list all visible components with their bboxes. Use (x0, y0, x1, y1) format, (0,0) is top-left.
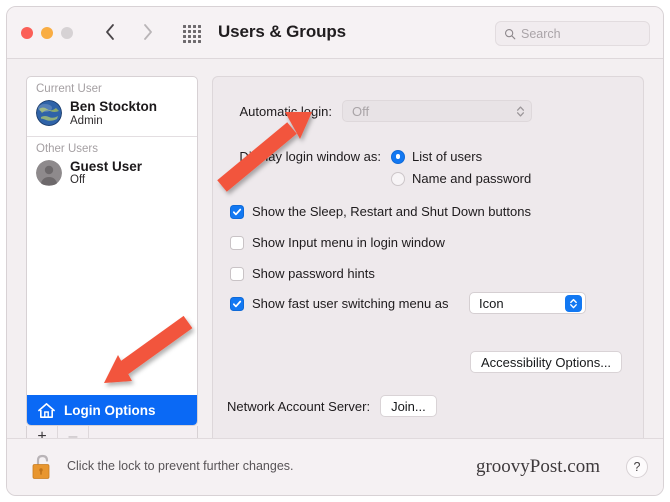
checkbox-show-password-hints[interactable]: Show password hints (230, 266, 375, 281)
traffic-lights (21, 27, 73, 39)
checkbox-show-sleep-restart-shutdown[interactable]: Show the Sleep, Restart and Shut Down bu… (230, 204, 531, 219)
navigation-arrows (102, 20, 156, 44)
join-button[interactable]: Join... (380, 395, 437, 417)
checkbox-label: Show the Sleep, Restart and Shut Down bu… (252, 204, 531, 219)
checkbox-input[interactable] (230, 235, 244, 250)
globe-avatar (36, 100, 62, 127)
checkbox-input[interactable] (230, 204, 244, 219)
checkbox-input[interactable] (230, 266, 244, 281)
radio-list-of-users[interactable]: List of users (391, 149, 482, 164)
chevron-up-down-icon (565, 294, 582, 312)
list-item-guest-user[interactable]: Guest User Off (27, 157, 197, 194)
radio-list-of-users-label: List of users (412, 149, 483, 164)
radio-name-and-password-input[interactable] (391, 171, 405, 186)
search-input[interactable] (521, 26, 641, 41)
chevron-right-icon (144, 24, 152, 40)
radio-name-and-password-label: Name and password (412, 171, 532, 186)
network-account-server-label: Network Account Server: (227, 398, 371, 414)
group-header-current-user: Current User (36, 83, 102, 95)
minimize-button[interactable] (41, 27, 53, 39)
checkmark-icon (232, 208, 242, 215)
preferences-window: Users & Groups Current User (6, 6, 664, 496)
checkbox-label: Show fast user switching menu as (252, 296, 449, 311)
checkmark-icon (232, 300, 242, 307)
automatic-login-label: Automatic login: (239, 103, 333, 119)
search-field[interactable] (495, 21, 650, 46)
checkbox-input[interactable] (230, 296, 244, 311)
chevron-up-down-icon (516, 105, 525, 117)
help-button[interactable]: ? (626, 456, 648, 478)
checkbox-show-input-menu[interactable]: Show Input menu in login window (230, 235, 445, 250)
house-icon (38, 402, 55, 418)
fast-user-switching-value: Icon (479, 295, 504, 311)
watermark: groovyPost.com (475, 456, 600, 477)
fast-user-switching-popup[interactable]: Icon (469, 292, 586, 314)
radio-list-of-users-input[interactable] (391, 149, 405, 164)
automatic-login-row: Automatic login: Off (227, 100, 532, 122)
title-bar: Users & Groups (7, 7, 663, 59)
lock-status-text: Click the lock to prevent further change… (67, 459, 294, 473)
user-name: Ben Stockton (70, 99, 158, 114)
group-header-other-users: Other Users (36, 142, 98, 155)
sidebar-login-options-label: Login Options (64, 402, 156, 418)
app-grid-icon[interactable] (183, 25, 201, 43)
footer-bar: Click the lock to prevent further change… (7, 438, 663, 495)
close-button[interactable] (21, 27, 33, 39)
checkbox-label: Show Input menu in login window (252, 235, 445, 250)
user-role: Admin (70, 114, 103, 127)
chevron-left-icon[interactable] (102, 20, 118, 44)
checkbox-show-fast-user-switching[interactable]: Show fast user switching menu as (230, 296, 449, 311)
zoom-button (61, 27, 73, 39)
user-list-sidebar: Current User Ben Stockton Admin Other Us… (26, 76, 198, 426)
accessibility-options-button[interactable]: Accessibility Options... (470, 351, 623, 373)
content-area: Current User Ben Stockton Admin Other Us… (7, 59, 663, 495)
automatic-login-popup: Off (342, 100, 532, 122)
login-options-panel: Automatic login: Off Display login windo… (212, 76, 644, 449)
checkbox-label: Show password hints (252, 266, 375, 281)
search-icon (504, 28, 516, 39)
window-title: Users & Groups (218, 22, 347, 41)
accessibility-options-row: Accessibility Options... (470, 351, 623, 373)
unlocked-padlock-icon[interactable] (29, 452, 57, 482)
list-item-current-user[interactable]: Ben Stockton Admin (27, 97, 197, 134)
radio-name-and-password[interactable]: Name and password (391, 171, 531, 186)
person-avatar (36, 160, 62, 187)
display-login-window-row: Display login window as: List of users (227, 149, 482, 164)
user-name: Guest User (70, 158, 143, 174)
automatic-login-value: Off (352, 103, 370, 119)
user-status: Off (70, 174, 86, 187)
fast-user-switching-popup-wrap: Icon (469, 292, 586, 314)
display-login-window-label: Display login window as: (239, 149, 381, 164)
network-account-server-row: Network Account Server: Join... (227, 395, 437, 417)
sidebar-login-options[interactable]: Login Options (27, 395, 197, 425)
